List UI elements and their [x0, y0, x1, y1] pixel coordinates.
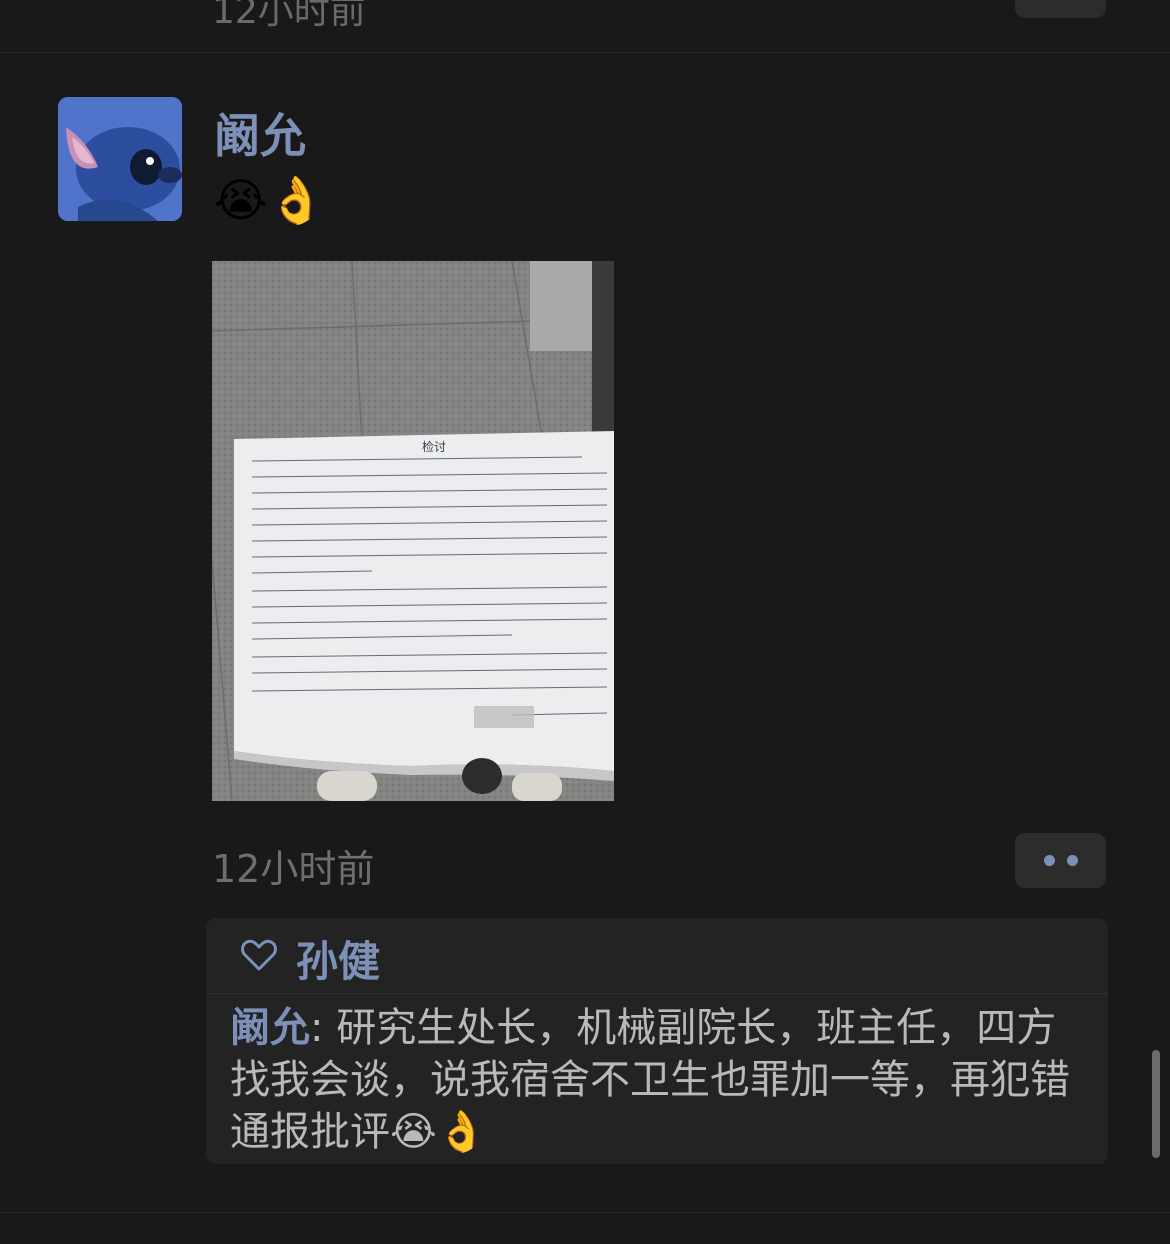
more-dot — [1066, 855, 1078, 866]
previous-post-time: 12小时前 — [212, 0, 366, 32]
post-photo[interactable]: 检讨 — [212, 261, 614, 801]
like-user-name[interactable]: 孙健 — [296, 928, 380, 989]
post-content: 😭👌 — [214, 173, 326, 227]
post-time: 12小时前 — [212, 847, 375, 891]
previous-post-more-button[interactable] — [1015, 0, 1106, 18]
handwritten-letter-photo: 检讨 — [212, 261, 614, 801]
letter-title: 检讨 — [422, 439, 446, 454]
comment-text: 研究生处长，机械副院长，班主任，四方找我会谈，说我宿舍不卫生也罪加一等，再犯错通… — [230, 1005, 1070, 1155]
heart-icon — [241, 939, 277, 971]
avatar[interactable] — [58, 97, 182, 221]
likes-row: 孙健 — [206, 918, 1108, 993]
likes-divider — [206, 993, 1108, 994]
post-divider-bottom — [0, 1212, 1170, 1213]
more-actions-button[interactable] — [1015, 833, 1106, 888]
previous-post-footer: 12小时前 — [0, 0, 1170, 52]
stitch-avatar-icon — [58, 97, 182, 221]
post-author-name[interactable]: 阚允 — [214, 100, 306, 166]
comment-item[interactable]: 阚允: 研究生处长，机械副院长，班主任，四方找我会谈，说我宿舍不卫生也罪加一等，… — [230, 1002, 1094, 1158]
interaction-panel: 孙健 阚允: 研究生处长，机械副院长，班主任，四方找我会谈，说我宿舍不卫生也罪加… — [206, 918, 1108, 1164]
mosaic-blur — [474, 706, 534, 728]
scrollbar[interactable] — [1152, 1050, 1160, 1158]
more-dot — [1043, 855, 1055, 866]
post-divider — [0, 52, 1170, 53]
comment-separator: : — [310, 1005, 337, 1051]
comment-author[interactable]: 阚允 — [230, 1005, 310, 1051]
